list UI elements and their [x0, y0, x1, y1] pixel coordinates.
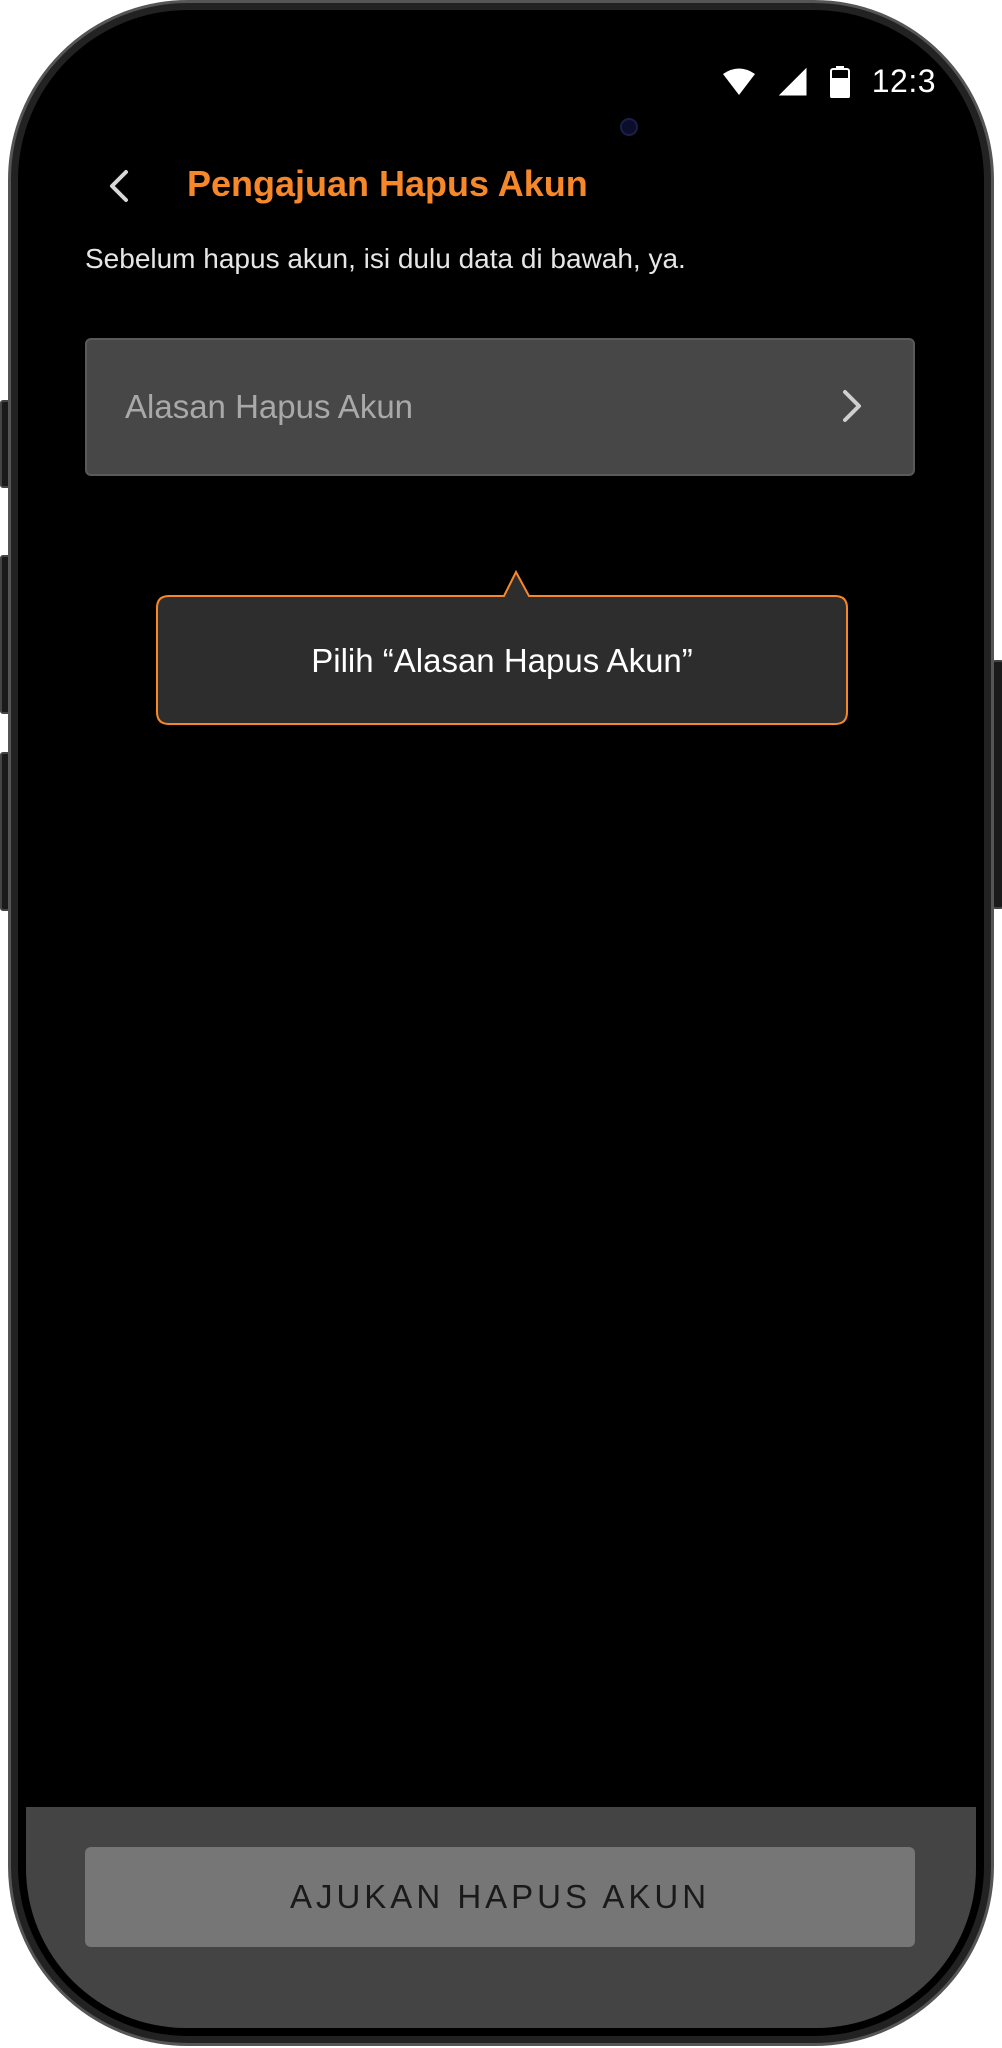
status-clock: 12:3 [871, 63, 936, 99]
tooltip-text: Pilih “Alasan Hapus Akun” [311, 642, 693, 679]
app-header: Pengajuan Hapus Akun [26, 143, 976, 233]
reason-select-placeholder: Alasan Hapus Akun [125, 388, 414, 425]
phone-device: 12:3 Pengajuan Hapus Akun Sebelum hapus … [0, 0, 1002, 2048]
bottom-action-bar: AJUKAN HAPUS AKUN [26, 1807, 976, 2028]
wifi-icon [722, 67, 756, 97]
reason-select-field[interactable]: Alasan Hapus Akun [85, 338, 915, 476]
battery-icon [829, 65, 850, 98]
chevron-left-icon [107, 169, 131, 208]
front-camera [620, 118, 638, 136]
status-bar: 12:3 [722, 63, 936, 100]
screen: 12:3 Pengajuan Hapus Akun Sebelum hapus … [26, 18, 976, 2028]
signal-icon [778, 67, 808, 97]
back-button[interactable] [96, 165, 142, 211]
form-intro-text: Sebelum hapus akun, isi dulu data di baw… [85, 243, 686, 274]
chevron-right-icon [841, 388, 863, 429]
hint-tooltip: Pilih “Alasan Hapus Akun” [155, 570, 849, 726]
page-title: Pengajuan Hapus Akun [187, 163, 588, 204]
submit-delete-account-button[interactable]: AJUKAN HAPUS AKUN [85, 1847, 915, 1947]
